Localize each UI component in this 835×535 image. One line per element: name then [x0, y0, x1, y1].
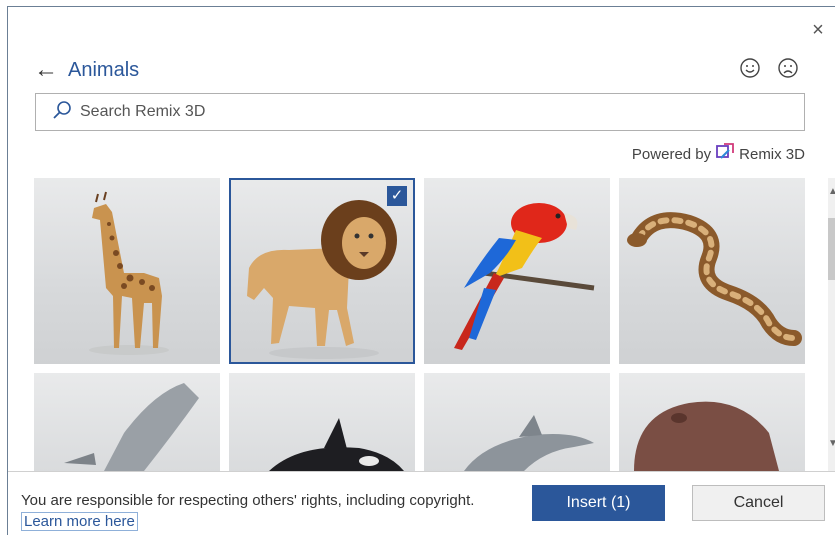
- frowny-face-icon[interactable]: [777, 57, 799, 79]
- smiley-face-icon[interactable]: [739, 57, 761, 79]
- hippo-image: [634, 401, 779, 471]
- feedback-buttons: [739, 57, 799, 79]
- model-tile-shark[interactable]: [34, 373, 220, 471]
- remix-3d-link[interactable]: Remix 3D: [739, 146, 805, 163]
- model-tile-hippo[interactable]: [619, 373, 805, 471]
- model-tile-snake[interactable]: [619, 178, 805, 364]
- cancel-button[interactable]: Cancel: [692, 485, 825, 521]
- rights-notice-text: You are responsible for respecting other…: [21, 492, 475, 509]
- model-tile-orca[interactable]: [229, 373, 415, 471]
- orca-image: [269, 418, 404, 471]
- model-tile-parrot[interactable]: [424, 178, 610, 364]
- powered-by: Powered by Remix 3D: [632, 142, 805, 166]
- scroll-thumb[interactable]: [828, 218, 835, 280]
- rights-notice: You are responsible for respecting other…: [21, 490, 491, 532]
- model-tile-dolphin[interactable]: [424, 373, 610, 471]
- insert-3d-model-dialog: × ← Animals Powered by Remix 3D: [7, 6, 835, 535]
- remix-3d-logo-icon: [715, 142, 735, 166]
- scroll-up-icon[interactable]: ▲: [828, 186, 835, 202]
- snake-image: [627, 212, 802, 346]
- scroll-down-icon[interactable]: ▼: [828, 438, 835, 454]
- dolphin-image: [464, 415, 594, 471]
- shark-image: [64, 383, 199, 471]
- gallery-scrollbar[interactable]: ▲ ▼: [828, 178, 835, 471]
- model-gallery: ✓: [34, 178, 812, 471]
- learn-more-link[interactable]: Learn more here: [21, 512, 138, 531]
- close-icon: ×: [812, 19, 824, 41]
- parrot-image: [454, 203, 595, 350]
- search-input[interactable]: [80, 103, 680, 121]
- close-button[interactable]: ×: [809, 19, 827, 41]
- back-arrow-icon[interactable]: ←: [34, 58, 58, 82]
- model-tile-giraffe[interactable]: [34, 178, 220, 364]
- model-tile-lion[interactable]: ✓: [229, 178, 415, 364]
- powered-by-label: Powered by: [631, 145, 712, 163]
- selected-checkbox[interactable]: ✓: [387, 186, 407, 206]
- category-title: Animals: [68, 58, 140, 81]
- insert-button[interactable]: Insert (1): [532, 485, 665, 521]
- search-icon: [52, 100, 72, 125]
- dialog-footer: You are responsible for respecting other…: [8, 471, 835, 535]
- search-box: [35, 93, 805, 131]
- checkmark-icon: ✓: [390, 187, 404, 204]
- header: ← Animals: [34, 57, 139, 83]
- giraffe-image: [89, 191, 169, 355]
